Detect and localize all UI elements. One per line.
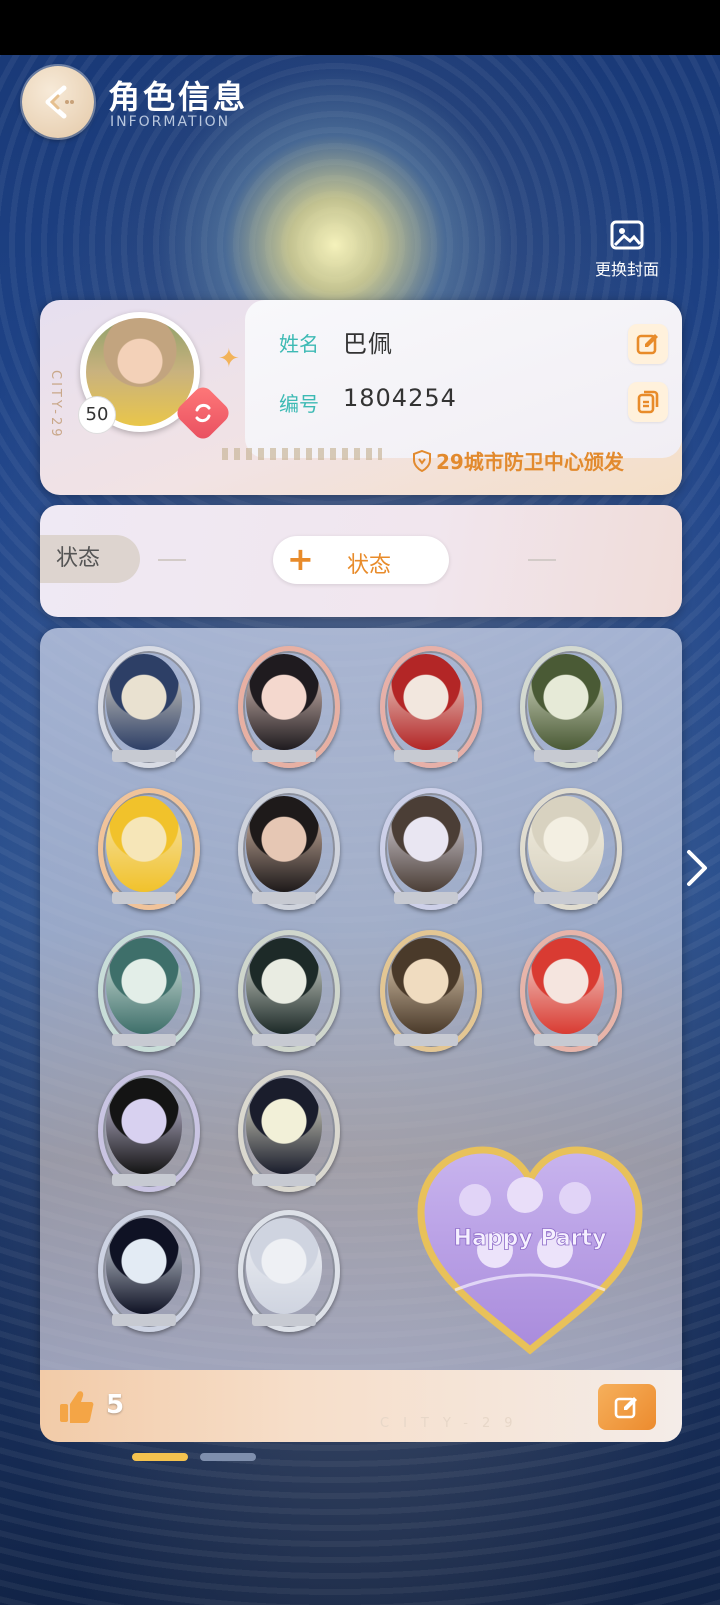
badge-portrait <box>246 1218 322 1314</box>
badge-7[interactable] <box>374 784 482 912</box>
happy-party-heart-badge[interactable]: Happy Party <box>415 1140 645 1360</box>
badge-11[interactable] <box>374 926 482 1054</box>
badge-ribbon <box>534 750 598 762</box>
name-value: 巴佩 <box>343 330 393 358</box>
badge-ribbon <box>394 1034 458 1046</box>
badge-portrait <box>528 654 604 750</box>
badge-ribbon <box>112 1034 176 1046</box>
badge-portrait <box>246 796 322 892</box>
profile-card: CITY-29 50 ✦ 姓名 巴佩 编号 1804254 29城市防卫中心颁发 <box>40 300 682 495</box>
badge-13[interactable] <box>92 1066 200 1194</box>
copy-id-button[interactable] <box>628 382 668 422</box>
badge-ribbon <box>112 892 176 904</box>
divider <box>528 559 556 561</box>
page-indicator-active <box>132 1453 188 1461</box>
badge-8[interactable] <box>514 784 622 912</box>
id-label: 编号 <box>279 392 319 416</box>
divider <box>158 559 186 561</box>
badge-portrait <box>106 1078 182 1174</box>
footer-city-text: CITY-29 <box>380 1416 527 1431</box>
level-badge: 50 <box>78 396 116 434</box>
badge-ribbon <box>112 1174 176 1186</box>
add-status-label: 状态 <box>347 553 392 578</box>
change-cover-button[interactable]: 更换封面 <box>582 220 672 280</box>
badge-portrait <box>246 1078 322 1174</box>
footer-bar: 5 CITY-29 <box>40 1370 682 1442</box>
badge-portrait <box>528 938 604 1034</box>
badge-portrait <box>388 796 464 892</box>
badge-1[interactable] <box>92 642 200 770</box>
chevron-right-icon <box>687 850 707 886</box>
badge-ribbon <box>534 1034 598 1046</box>
edit-name-button[interactable] <box>628 324 668 364</box>
info-panel: 姓名 巴佩 编号 1804254 <box>245 300 682 458</box>
badge-portrait <box>388 938 464 1034</box>
badge-10[interactable] <box>232 926 340 1054</box>
edit-icon <box>636 334 658 355</box>
badge-15[interactable] <box>92 1206 200 1334</box>
change-cover-label: 更换封面 <box>594 260 659 279</box>
back-button[interactable] <box>22 66 94 138</box>
badge-ribbon <box>252 1314 316 1326</box>
image-icon <box>610 220 644 250</box>
badge-6[interactable] <box>232 784 340 912</box>
swap-icon <box>195 403 211 423</box>
plus-icon: + <box>287 540 314 578</box>
shield-icon <box>413 449 431 473</box>
thumbs-up-icon <box>60 1391 94 1423</box>
name-label: 姓名 <box>279 332 319 356</box>
badge-portrait <box>106 1218 182 1314</box>
badge-9[interactable] <box>92 926 200 1054</box>
badge-3[interactable] <box>374 642 482 770</box>
badge-ribbon <box>112 750 176 762</box>
badge-portrait <box>106 796 182 892</box>
edit-icon <box>614 1397 637 1419</box>
badge-ribbon <box>394 750 458 762</box>
city-code-vertical: CITY-29 <box>48 370 63 440</box>
issuer-text: 29城市防卫中心颁发 <box>436 450 624 474</box>
badge-ribbon <box>252 1174 316 1186</box>
badge-12[interactable] <box>514 926 622 1054</box>
status-tab: 状态 <box>40 535 140 583</box>
like-count: 5 <box>106 1390 125 1420</box>
checker-decoration <box>222 448 382 460</box>
badge-portrait <box>388 654 464 750</box>
badge-2[interactable] <box>232 642 340 770</box>
sparkle-icon: ✦ <box>218 344 240 374</box>
add-status-button[interactable]: + 状态 <box>273 536 449 584</box>
badge-ribbon <box>252 892 316 904</box>
edit-button[interactable] <box>598 1384 656 1430</box>
heart-badge-text: Happy Party <box>454 1226 607 1251</box>
next-page-arrow[interactable] <box>685 848 709 892</box>
badge-ribbon <box>112 1314 176 1326</box>
badge-ribbon <box>534 892 598 904</box>
copy-icon <box>637 390 659 414</box>
page-indicator <box>200 1453 256 1461</box>
badge-ribbon <box>252 750 316 762</box>
badge-portrait <box>106 938 182 1034</box>
id-value: 1804254 <box>343 384 457 412</box>
badge-ribbon <box>394 892 458 904</box>
like-button[interactable] <box>58 1388 96 1430</box>
badge-portrait <box>246 938 322 1034</box>
badge-5[interactable] <box>92 784 200 912</box>
badge-16[interactable] <box>232 1206 340 1334</box>
badge-ribbon <box>252 1034 316 1046</box>
badge-14[interactable] <box>232 1066 340 1194</box>
badge-4[interactable] <box>514 642 622 770</box>
badge-portrait <box>246 654 322 750</box>
badge-portrait <box>528 796 604 892</box>
page-title: 角色信息 <box>108 78 249 116</box>
back-arrow-icon <box>45 85 74 119</box>
issuer-label: 29城市防卫中心颁发 <box>412 446 624 475</box>
page-subtitle: INFORMATION <box>110 114 231 130</box>
badge-portrait <box>106 654 182 750</box>
status-bar <box>0 0 720 55</box>
status-card: 状态 + 状态 <box>40 505 682 617</box>
